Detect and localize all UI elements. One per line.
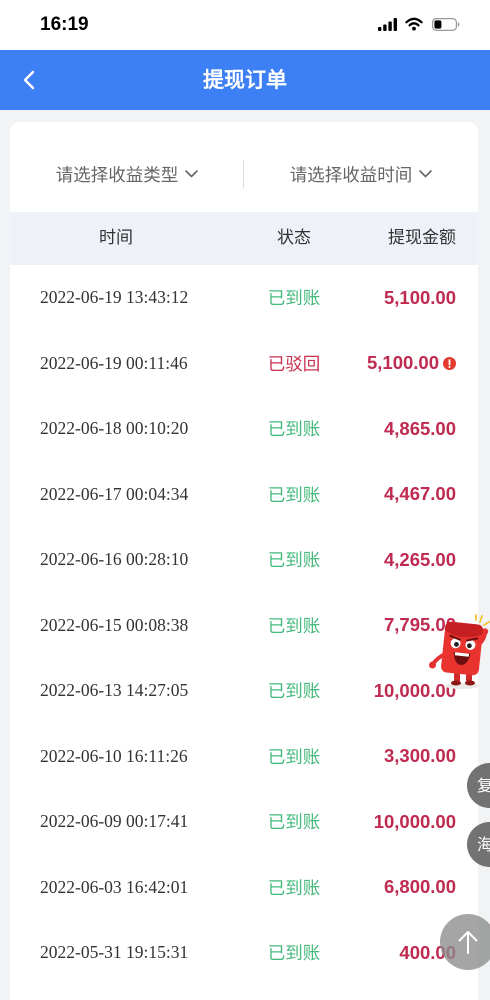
row-amount-value: 6,800.00 <box>383 876 456 898</box>
row-time: 2022-06-19 13:43:12 <box>40 287 189 308</box>
nav-header: 提现订单 <box>0 50 490 110</box>
row-amount: 6,800.00 <box>384 855 456 921</box>
status-bar: 16:19 <box>0 0 490 50</box>
row-amount-value: 5,100.00 <box>366 352 439 374</box>
row-amount-value: 4,265.00 <box>383 548 456 570</box>
exclamation-circle-icon[interactable] <box>443 356 456 370</box>
chevron-down-icon <box>185 170 199 178</box>
row-amount: 5,100.00 <box>367 331 456 397</box>
filter-bar: 请选择收益类型 请选择收益时间 <box>10 152 478 196</box>
row-status: 已到账 <box>267 747 321 768</box>
table-row: 2022-06-17 00:04:34 已到账 4,467.00 <box>10 462 478 528</box>
filter-income-type[interactable]: 请选择收益类型 <box>10 152 244 196</box>
filter-label: 请选择收益类型 <box>55 165 179 186</box>
row-status: 已到账 <box>267 944 321 965</box>
table-row: 2022-06-03 16:42:01 已到账 6,800.00 <box>10 855 478 921</box>
filter-label: 请选择收益时间 <box>289 165 413 186</box>
row-time: 2022-06-03 16:42:01 <box>40 876 189 897</box>
page-title: 提现订单 <box>203 68 287 92</box>
row-amount: 3,300.00 <box>384 724 456 790</box>
row-time: 2022-06-10 16:11:26 <box>40 745 188 766</box>
side-button-label: 海 <box>477 835 490 854</box>
row-status: 已驳回 <box>267 354 321 375</box>
row-time: 2022-06-15 00:08:38 <box>40 614 189 635</box>
column-header-time: 时间 <box>99 228 133 248</box>
table-body: 2022-06-19 13:43:12 已到账 5,100.00 2022-06… <box>10 265 478 986</box>
table-row: 2022-06-19 00:11:46 已驳回 5,100.00 <box>10 331 478 397</box>
filter-income-time[interactable]: 请选择收益时间 <box>244 152 478 196</box>
column-header-status: 状态 <box>277 228 311 248</box>
table-row: 2022-06-16 00:28:10 已到账 4,265.00 <box>10 527 478 593</box>
back-button[interactable] <box>14 62 44 98</box>
table-row: 2022-06-19 13:43:12 已到账 5,100.00 <box>10 265 478 331</box>
table-row: 2022-06-13 14:27:05 已到账 10,000.00 <box>10 658 478 724</box>
wifi-icon <box>405 17 423 31</box>
chevron-left-icon <box>23 70 35 90</box>
row-time: 2022-06-19 00:11:46 <box>40 352 188 373</box>
chevron-down-icon <box>419 170 433 178</box>
row-time: 2022-06-09 00:17:41 <box>40 811 189 832</box>
battery-icon <box>432 18 460 31</box>
row-time: 2022-06-16 00:28:10 <box>40 549 189 570</box>
row-status: 已到账 <box>267 878 321 899</box>
row-amount-value: 4,467.00 <box>383 483 456 505</box>
row-status: 已到账 <box>267 420 321 441</box>
row-status: 已到账 <box>267 616 321 637</box>
row-time: 2022-05-31 19:15:31 <box>40 942 189 963</box>
row-status: 已到账 <box>267 485 321 506</box>
status-time: 16:19 <box>40 14 89 35</box>
row-status: 已到账 <box>267 289 321 310</box>
side-button-label: 复 <box>477 776 490 795</box>
orders-card: 请选择收益类型 请选择收益时间 时间 状态 提现金额 2022-06-19 13… <box>10 122 478 1000</box>
red-envelope-mascot-button[interactable] <box>427 614 490 690</box>
table-row: 2022-06-18 00:10:20 已到账 4,865.00 <box>10 396 478 462</box>
arrow-up-icon <box>458 931 478 954</box>
row-amount-value: 5,100.00 <box>383 286 456 308</box>
table-header: 时间 状态 提现金额 <box>10 212 478 265</box>
table-row: 2022-06-10 16:11:26 已到账 3,300.00 <box>10 724 478 790</box>
red-envelope-mascot-icon <box>429 614 490 689</box>
table-row: 2022-06-09 00:17:41 已到账 10,000.00 <box>10 789 478 855</box>
row-status: 已到账 <box>267 551 321 572</box>
row-amount-value: 4,865.00 <box>383 417 456 439</box>
table-row: 2022-05-31 19:15:31 已到账 400.00 <box>10 920 478 986</box>
row-amount: 4,865.00 <box>384 396 456 462</box>
signal-icon <box>378 18 397 31</box>
row-status: 已到账 <box>267 682 321 703</box>
row-amount: 5,100.00 <box>384 265 456 331</box>
table-row: 2022-06-15 00:08:38 已到账 7,795.00 <box>10 593 478 659</box>
row-time: 2022-06-17 00:04:34 <box>40 483 189 504</box>
row-amount-value: 10,000.00 <box>373 810 456 832</box>
row-time: 2022-06-18 00:10:20 <box>40 418 189 439</box>
row-amount-value: 3,300.00 <box>383 745 456 767</box>
row-amount: 4,265.00 <box>384 527 456 593</box>
column-header-amount: 提现金额 <box>388 228 456 248</box>
row-time: 2022-06-13 14:27:05 <box>40 680 189 701</box>
row-amount: 4,467.00 <box>384 462 456 528</box>
row-status: 已到账 <box>267 813 321 834</box>
row-amount: 10,000.00 <box>374 789 456 855</box>
